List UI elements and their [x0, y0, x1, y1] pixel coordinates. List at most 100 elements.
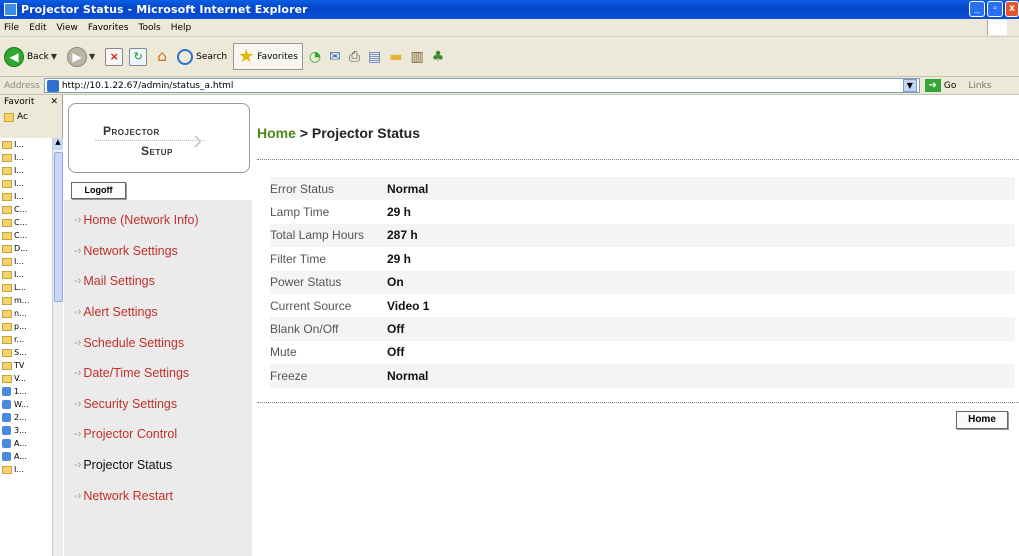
folder-icon: [2, 192, 12, 201]
history-icon[interactable]: ◔: [309, 49, 321, 65]
nav-item[interactable]: -› Alert Settings: [64, 297, 252, 328]
search-button[interactable]: Search: [177, 48, 227, 65]
edit-icon[interactable]: ▤: [368, 49, 381, 65]
favorites-scrollbar[interactable]: ▲: [52, 138, 63, 556]
ie-icon: [4, 3, 17, 16]
favorites-list-item[interactable]: W...: [0, 398, 52, 411]
favorites-list-item[interactable]: L...: [0, 281, 52, 294]
favorites-list-item[interactable]: 2...: [0, 411, 52, 424]
research-icon[interactable]: ▥: [411, 49, 424, 65]
minimize-button[interactable]: _: [969, 1, 985, 17]
address-dropdown-icon[interactable]: ▼: [902, 79, 917, 92]
favorites-item-label: I...: [14, 465, 24, 474]
menu-tools[interactable]: Tools: [139, 23, 161, 33]
favorites-list-item[interactable]: I...: [0, 151, 52, 164]
address-input[interactable]: http://10.1.22.67/admin/status_a.html: [43, 78, 920, 93]
nav-item[interactable]: -› Schedule Settings: [64, 327, 252, 358]
status-value: Off: [387, 345, 405, 360]
favorites-add-button[interactable]: Ac: [0, 109, 62, 125]
status-value: Video 1: [387, 298, 430, 313]
favorites-list-item[interactable]: TV: [0, 359, 52, 372]
close-icon[interactable]: ✕: [50, 97, 58, 107]
favorites-list-item[interactable]: m...: [0, 294, 52, 307]
favorites-list-item[interactable]: 3...: [0, 424, 52, 437]
favorites-list-item[interactable]: C...: [0, 216, 52, 229]
menu-help[interactable]: Help: [171, 23, 192, 33]
favorites-list-item[interactable]: I...: [0, 255, 52, 268]
favorites-list-item[interactable]: A...: [0, 437, 52, 450]
status-label: Filter Time: [270, 251, 327, 266]
menu-bar: File Edit View Favorites Tools Help: [0, 19, 1019, 37]
nav-item[interactable]: -› Date/Time Settings: [64, 358, 252, 389]
logo-arrow-icon: ›: [193, 124, 203, 155]
favorites-item-label: L...: [14, 283, 27, 292]
folder-icon[interactable]: ▬: [389, 49, 402, 65]
favorites-list-item[interactable]: S...: [0, 346, 52, 359]
favorites-list-item[interactable]: I...: [0, 463, 52, 476]
mail-icon[interactable]: ✉: [329, 49, 341, 65]
favorites-list-item[interactable]: I...: [0, 268, 52, 281]
favorites-list-item[interactable]: C...: [0, 229, 52, 242]
messenger-icon[interactable]: ♣: [432, 49, 445, 65]
arrow-right-icon: -›: [74, 428, 82, 441]
home-toolbar-button[interactable]: ⌂: [153, 48, 171, 66]
nav-item[interactable]: -› Home (Network Info): [64, 205, 252, 236]
favorites-list-item[interactable]: p...: [0, 320, 52, 333]
status-label: Current Source: [270, 298, 352, 313]
search-icon: [177, 48, 194, 65]
status-value: 287 h: [387, 223, 1015, 248]
go-button[interactable]: ➔ Go: [924, 79, 956, 92]
print-icon[interactable]: ⎙: [349, 49, 360, 65]
nav-item[interactable]: -› Mail Settings: [64, 266, 252, 297]
favorites-list-item[interactable]: C...: [0, 203, 52, 216]
menu-file[interactable]: File: [4, 23, 19, 33]
favorites-list-item[interactable]: n...: [0, 307, 52, 320]
menu-favorites[interactable]: Favorites: [88, 23, 129, 33]
scroll-up-icon[interactable]: ▲: [53, 138, 63, 150]
maximize-button[interactable]: ▫: [987, 1, 1003, 17]
menu-edit[interactable]: Edit: [29, 23, 46, 33]
breadcrumb-home-link[interactable]: Home: [257, 125, 296, 141]
favorites-list-item[interactable]: I...: [0, 190, 52, 203]
favorites-list-item[interactable]: 1...: [0, 385, 52, 398]
nav-item-label: Projector Status: [83, 458, 173, 473]
arrow-right-icon: -›: [74, 214, 82, 227]
table-row: Freeze Normal: [270, 364, 1015, 388]
close-button[interactable]: x: [1005, 1, 1019, 17]
logoff-button[interactable]: Logoff: [71, 182, 126, 199]
favorites-item-label: C...: [14, 218, 28, 227]
favorites-list-item[interactable]: A...: [0, 450, 52, 463]
forward-button[interactable]: ▶ ▼: [67, 46, 99, 67]
folder-icon: [2, 153, 12, 162]
favorites-list-item[interactable]: I...: [0, 164, 52, 177]
nav-item[interactable]: -› Security Settings: [64, 389, 252, 420]
home-button[interactable]: Home: [956, 411, 1008, 429]
favorites-list-item[interactable]: D...: [0, 242, 52, 255]
favorites-list-item[interactable]: r...: [0, 333, 52, 346]
nav-item-label: Home (Network Info): [83, 213, 199, 228]
favorites-item-label: V...: [14, 374, 27, 383]
status-value: Off: [387, 317, 1015, 341]
favorites-list-item[interactable]: V...: [0, 372, 52, 385]
nav-item[interactable]: -› Projector Control: [64, 419, 252, 450]
refresh-button[interactable]: ↻: [129, 47, 148, 66]
nav-item[interactable]: -› Network Settings: [64, 236, 252, 267]
menu-view[interactable]: View: [57, 23, 78, 33]
stop-button[interactable]: ×: [105, 47, 124, 66]
back-button[interactable]: ◀ Back ▼: [4, 46, 61, 67]
nav-item[interactable]: -› Network Restart: [64, 480, 252, 511]
address-label: Address: [4, 80, 40, 91]
favorites-list-item[interactable]: I...: [0, 177, 52, 190]
scroll-thumb[interactable]: [54, 152, 63, 302]
nav-item-label: Network Restart: [83, 488, 173, 503]
page-icon: [2, 387, 11, 396]
favorites-list-item[interactable]: I...: [0, 138, 52, 151]
links-button[interactable]: Links: [968, 81, 991, 91]
folder-icon: [2, 296, 12, 305]
favorites-item-label: S...: [14, 348, 27, 357]
favorites-item-label: I...: [14, 140, 24, 149]
favorites-item-label: r...: [14, 335, 25, 344]
favorites-button[interactable]: ★ Favorites: [233, 43, 303, 70]
nav-item-label: Date/Time Settings: [83, 366, 190, 381]
nav-item[interactable]: -› Projector Status: [64, 450, 252, 481]
